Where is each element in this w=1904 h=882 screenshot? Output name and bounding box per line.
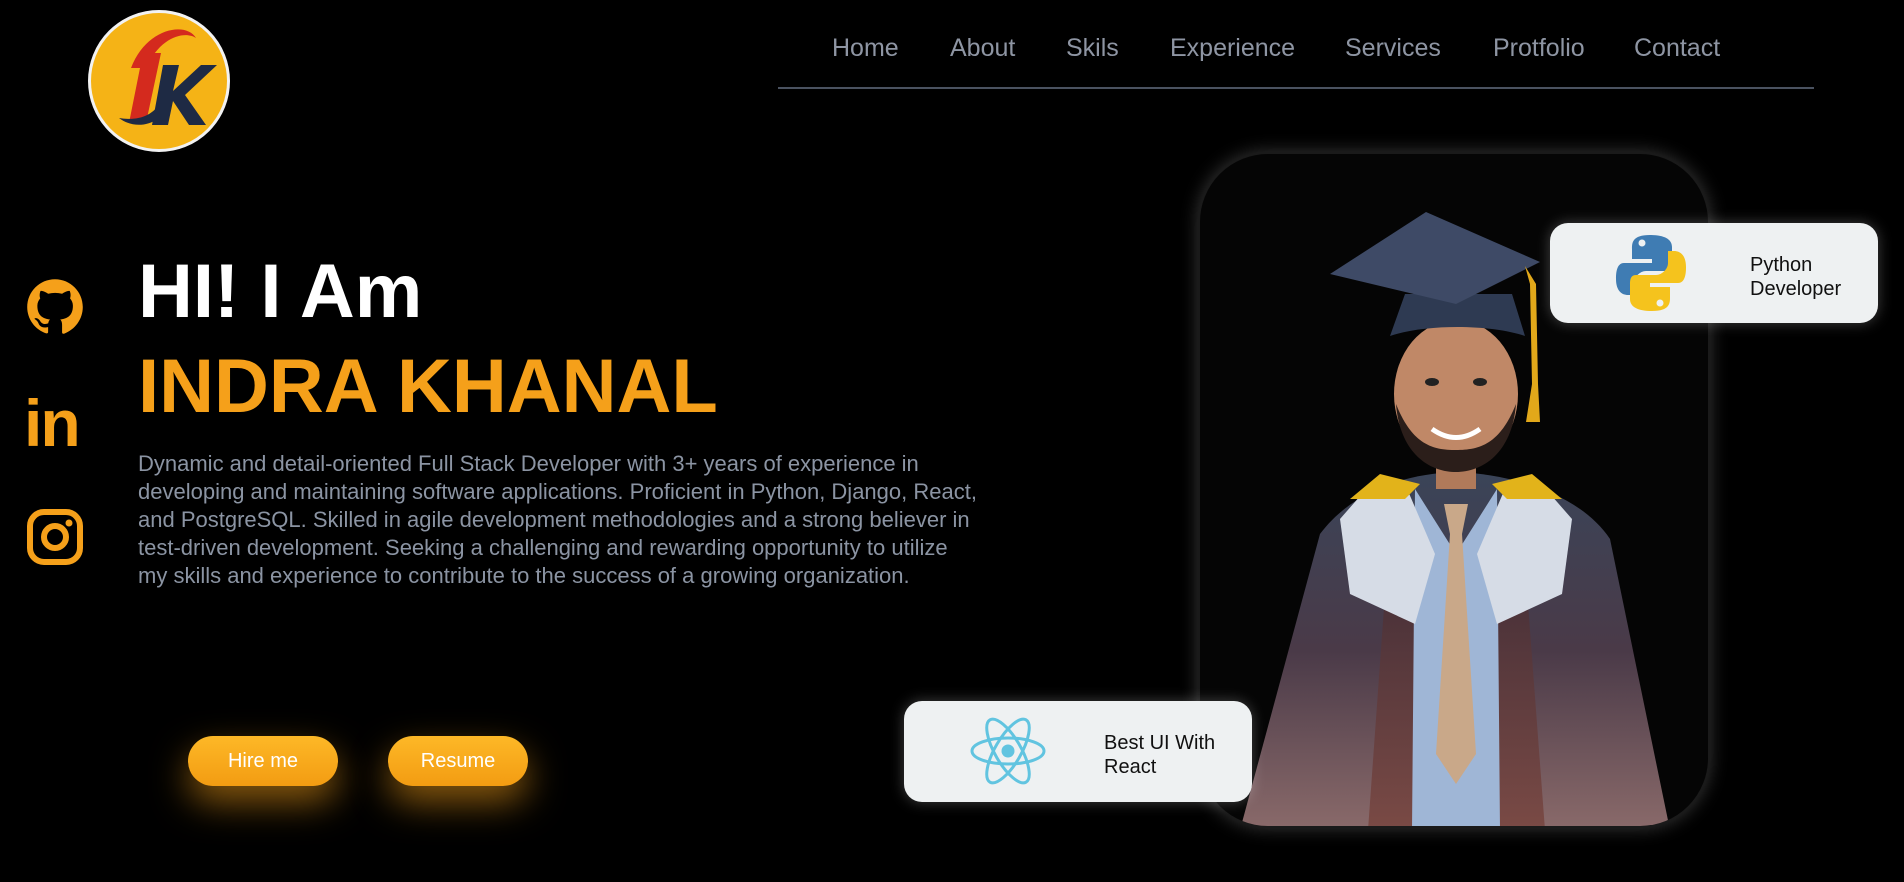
nav-services[interactable]: Services — [1345, 34, 1441, 62]
nav-experience[interactable]: Experience — [1170, 34, 1295, 62]
hero-name: INDRA KHANAL — [138, 344, 718, 429]
python-icon — [1616, 235, 1686, 311]
python-badge-text: Python Developer — [1750, 254, 1842, 300]
python-developer-badge: Python Developer — [1550, 223, 1878, 323]
nav-protfolio[interactable]: Protfolio — [1493, 34, 1585, 62]
react-ui-badge: Best UI With React — [904, 701, 1252, 802]
nav-about[interactable]: About — [950, 34, 1015, 62]
hero-bio: Dynamic and detail-oriented Full Stack D… — [138, 451, 977, 588]
resume-button[interactable]: Resume — [388, 736, 528, 786]
instagram-icon[interactable] — [26, 508, 84, 566]
nav-skils[interactable]: Skils — [1066, 34, 1119, 62]
react-icon — [970, 717, 1046, 785]
github-icon[interactable] — [26, 278, 84, 336]
react-badge-text: Best UI With React — [1104, 732, 1216, 778]
main-nav: Home About Skils Experience Services Pro… — [778, 0, 1814, 89]
linkedin-icon[interactable]: in — [24, 390, 88, 456]
linkedin-icon-text: in — [24, 386, 81, 460]
nav-home[interactable]: Home — [832, 34, 899, 62]
hero-greeting: HI! I Am — [138, 249, 423, 334]
logo[interactable] — [88, 10, 230, 152]
hire-me-button[interactable]: Hire me — [188, 736, 338, 786]
logo-graphic — [119, 29, 217, 125]
nav-contact[interactable]: Contact — [1634, 34, 1720, 62]
